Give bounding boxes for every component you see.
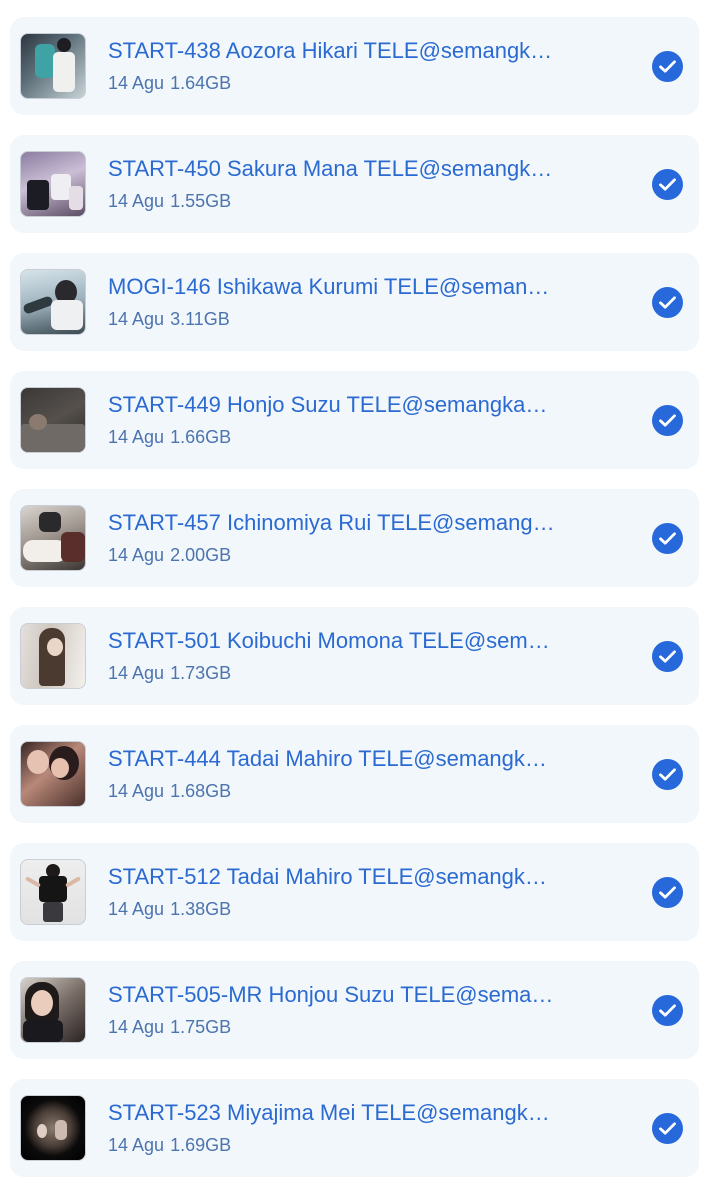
file-size: 3.11GB <box>170 309 230 329</box>
file-meta: 14 Agu 1.75GB <box>108 1016 578 1038</box>
list-item[interactable]: START-523 Miyajima Mei TELE@semangk… 14 … <box>10 1079 699 1177</box>
file-size: 1.75GB <box>170 1017 232 1037</box>
file-size: 2.00GB <box>170 545 232 565</box>
item-text: START-523 Miyajima Mei TELE@semangk… 14 … <box>108 1099 578 1156</box>
file-meta: 14 Agu 1.66GB <box>108 426 578 448</box>
list-item[interactable]: MOGI-146 Ishikawa Kurumi TELE@seman… 14 … <box>10 253 699 351</box>
selected-check-icon[interactable] <box>652 169 683 200</box>
selected-check-icon[interactable] <box>652 405 683 436</box>
file-meta: 14 Agu 3.11GB <box>108 308 578 330</box>
file-title[interactable]: START-438 Aozora Hikari TELE@semangk… <box>108 37 578 65</box>
list-item[interactable]: START-450 Sakura Mana TELE@semangk… 14 A… <box>10 135 699 233</box>
file-date: 14 Agu <box>108 1017 165 1037</box>
file-date: 14 Agu <box>108 1135 165 1155</box>
list-item[interactable]: START-444 Tadai Mahiro TELE@semangk… 14 … <box>10 725 699 823</box>
item-text: START-449 Honjo Suzu TELE@semangka… 14 A… <box>108 391 578 448</box>
list-item[interactable]: START-501 Koibuchi Momona TELE@sem… 14 A… <box>10 607 699 705</box>
list-item[interactable]: START-512 Tadai Mahiro TELE@semangk… 14 … <box>10 843 699 941</box>
file-date: 14 Agu <box>108 191 165 211</box>
selected-check-icon[interactable] <box>652 877 683 908</box>
video-thumbnail[interactable] <box>20 151 86 217</box>
file-title[interactable]: START-449 Honjo Suzu TELE@semangka… <box>108 391 578 419</box>
item-text: START-457 Ichinomiya Rui TELE@semang… 14… <box>108 509 578 566</box>
video-thumbnail[interactable] <box>20 859 86 925</box>
file-size: 1.69GB <box>170 1135 232 1155</box>
file-size: 1.73GB <box>170 663 232 683</box>
file-title[interactable]: START-512 Tadai Mahiro TELE@semangk… <box>108 863 578 891</box>
list-item[interactable]: START-505-MR Honjou Suzu TELE@sema… 14 A… <box>10 961 699 1059</box>
file-title[interactable]: START-501 Koibuchi Momona TELE@sem… <box>108 627 578 655</box>
file-meta: 14 Agu 1.64GB <box>108 72 578 94</box>
video-thumbnail[interactable] <box>20 623 86 689</box>
video-thumbnail[interactable] <box>20 741 86 807</box>
file-meta: 14 Agu 1.73GB <box>108 662 578 684</box>
file-date: 14 Agu <box>108 781 165 801</box>
item-text: START-512 Tadai Mahiro TELE@semangk… 14 … <box>108 863 578 920</box>
selected-check-icon[interactable] <box>652 641 683 672</box>
list-item[interactable]: START-457 Ichinomiya Rui TELE@semang… 14… <box>10 489 699 587</box>
file-meta: 14 Agu 1.38GB <box>108 898 578 920</box>
file-meta: 14 Agu 1.68GB <box>108 780 578 802</box>
item-text: MOGI-146 Ishikawa Kurumi TELE@seman… 14 … <box>108 273 578 330</box>
item-text: START-450 Sakura Mana TELE@semangk… 14 A… <box>108 155 578 212</box>
selected-check-icon[interactable] <box>652 1113 683 1144</box>
file-date: 14 Agu <box>108 309 165 329</box>
selected-check-icon[interactable] <box>652 51 683 82</box>
video-thumbnail[interactable] <box>20 505 86 571</box>
file-meta: 14 Agu 2.00GB <box>108 544 578 566</box>
item-text: START-501 Koibuchi Momona TELE@sem… 14 A… <box>108 627 578 684</box>
file-date: 14 Agu <box>108 73 165 93</box>
list-item[interactable]: START-438 Aozora Hikari TELE@semangk… 14… <box>10 17 699 115</box>
file-size: 1.64GB <box>170 73 232 93</box>
selected-check-icon[interactable] <box>652 523 683 554</box>
file-date: 14 Agu <box>108 663 165 683</box>
selected-check-icon[interactable] <box>652 995 683 1026</box>
file-list: START-438 Aozora Hikari TELE@semangk… 14… <box>0 0 709 1200</box>
item-text: START-438 Aozora Hikari TELE@semangk… 14… <box>108 37 578 94</box>
file-meta: 14 Agu 1.69GB <box>108 1134 578 1156</box>
video-thumbnail[interactable] <box>20 387 86 453</box>
video-thumbnail[interactable] <box>20 33 86 99</box>
file-meta: 14 Agu 1.55GB <box>108 190 578 212</box>
file-title[interactable]: START-505-MR Honjou Suzu TELE@sema… <box>108 981 578 1009</box>
item-text: START-505-MR Honjou Suzu TELE@sema… 14 A… <box>108 981 578 1038</box>
file-title[interactable]: MOGI-146 Ishikawa Kurumi TELE@seman… <box>108 273 578 301</box>
video-thumbnail[interactable] <box>20 977 86 1043</box>
file-title[interactable]: START-450 Sakura Mana TELE@semangk… <box>108 155 578 183</box>
file-title[interactable]: START-457 Ichinomiya Rui TELE@semang… <box>108 509 578 537</box>
selected-check-icon[interactable] <box>652 287 683 318</box>
item-text: START-444 Tadai Mahiro TELE@semangk… 14 … <box>108 745 578 802</box>
file-size: 1.38GB <box>170 899 232 919</box>
file-size: 1.66GB <box>170 427 232 447</box>
file-date: 14 Agu <box>108 899 165 919</box>
video-thumbnail[interactable] <box>20 269 86 335</box>
video-thumbnail[interactable] <box>20 1095 86 1161</box>
selected-check-icon[interactable] <box>652 759 683 790</box>
file-title[interactable]: START-523 Miyajima Mei TELE@semangk… <box>108 1099 578 1127</box>
file-date: 14 Agu <box>108 427 165 447</box>
file-date: 14 Agu <box>108 545 165 565</box>
file-size: 1.55GB <box>170 191 232 211</box>
list-item[interactable]: START-449 Honjo Suzu TELE@semangka… 14 A… <box>10 371 699 469</box>
file-title[interactable]: START-444 Tadai Mahiro TELE@semangk… <box>108 745 578 773</box>
file-size: 1.68GB <box>170 781 232 801</box>
